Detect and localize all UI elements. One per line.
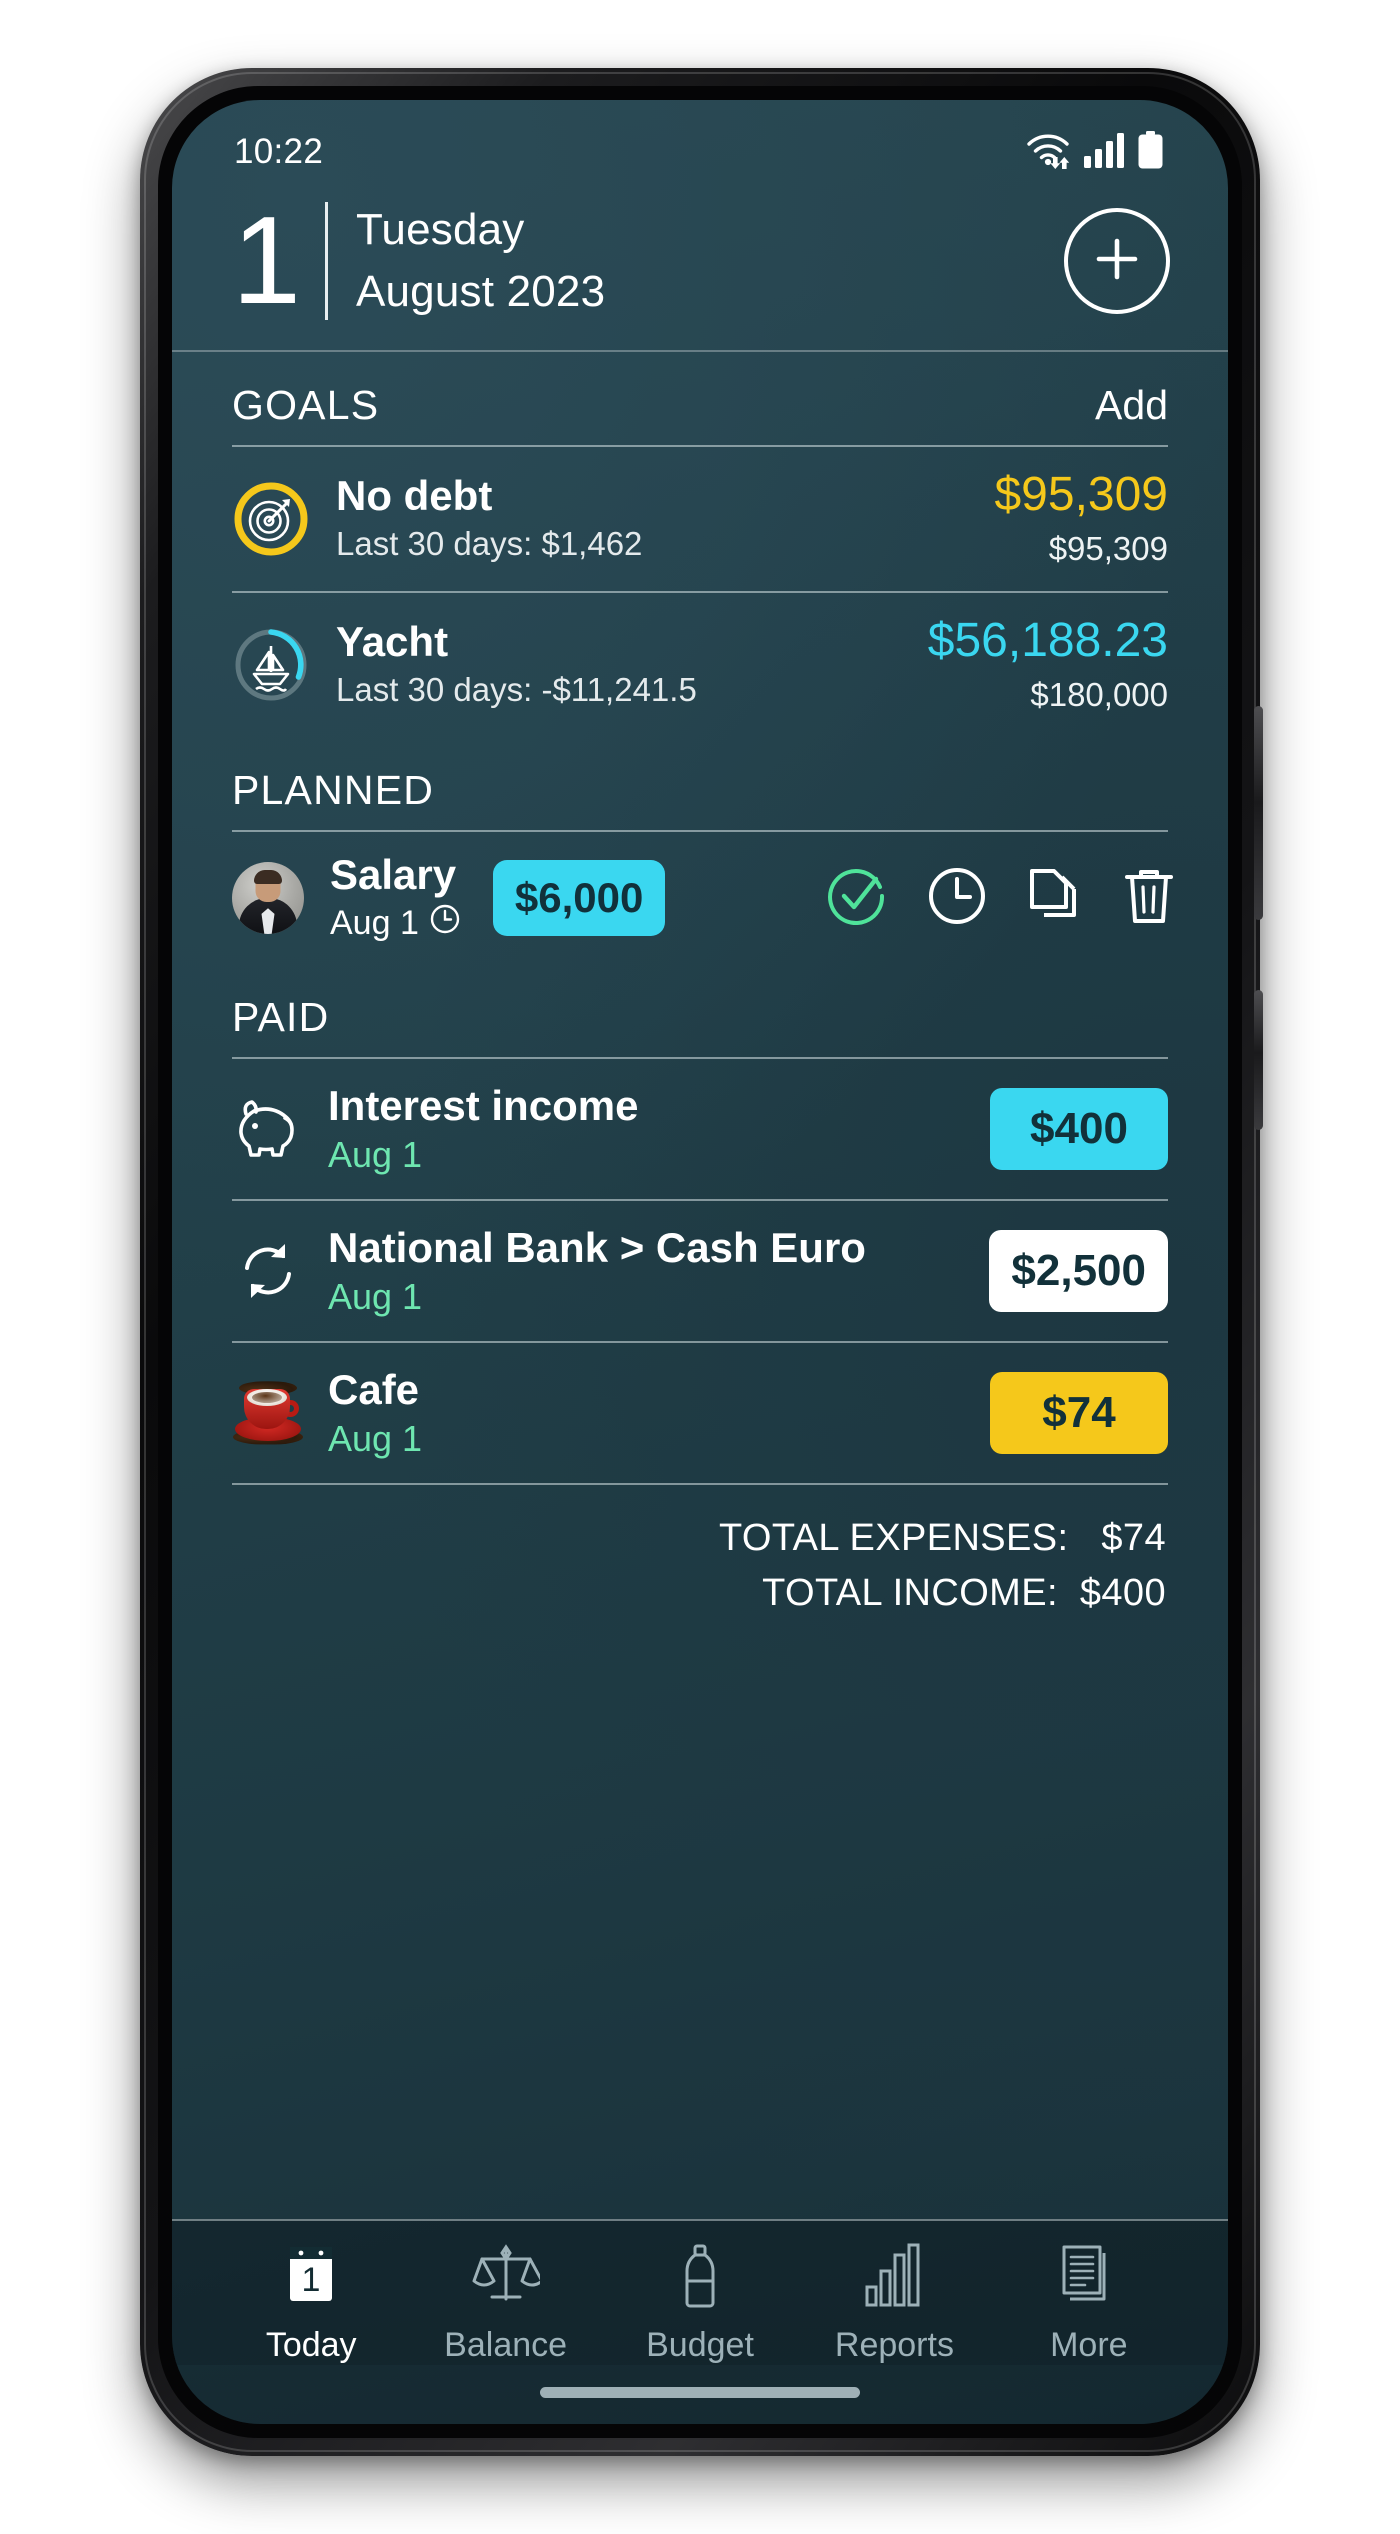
total-expenses-label: TOTAL EXPENSES: [718, 1517, 1069, 1560]
goal-values: $56,188.23 $180,000 [927, 614, 1168, 715]
paid-date: Aug 1 [328, 1276, 423, 1318]
tab-balance[interactable]: Balance [408, 2243, 602, 2365]
goal-current-amount: $56,188.23 [927, 614, 1168, 668]
tabbar-wrap: 1 Today Balance Budget Reports More [172, 2219, 1228, 2424]
bottom-navigation: 1 Today Balance Budget Reports More [172, 2219, 1228, 2365]
header-date-block: Tuesday August 2023 [356, 208, 605, 314]
bar-chart-icon [863, 2243, 925, 2314]
goal-current-amount: $95,309 [994, 468, 1168, 521]
status-time: 10:22 [234, 132, 324, 171]
tab-label: Budget [646, 2326, 754, 2364]
sailboat-icon [232, 626, 310, 704]
battery-icon [1137, 130, 1164, 174]
goal-text-block: Yacht Last 30 days: -$11,241.5 [336, 618, 902, 711]
screenshot-root: 10:22 1 Tuesday August 2023 GOALS Add No… [0, 0, 1400, 2534]
paid-transaction-row[interactable]: Interest income Aug 1 $400 [172, 1059, 1228, 1199]
volume-button[interactable] [1254, 990, 1263, 1130]
paid-section-header: PAID [172, 964, 1228, 1057]
date-header: 1 Tuesday August 2023 [172, 186, 1228, 350]
clock-circle-icon[interactable] [926, 865, 988, 932]
paid-date: Aug 1 [328, 1418, 423, 1460]
coffee-cup-icon [232, 1377, 304, 1449]
status-icons [1025, 130, 1164, 174]
paid-title: PAID [232, 994, 330, 1041]
totals-block: TOTAL EXPENSES: $74 TOTAL INCOME: $400 [172, 1485, 1228, 1621]
goals-add-link[interactable]: Add [1095, 382, 1168, 429]
planned-text-block: Salary Aug 1 [330, 851, 461, 944]
copy-icon[interactable] [1026, 865, 1084, 932]
goal-values: $95,309 $95,309 [994, 468, 1168, 569]
paid-name: National Bank > Cash Euro [328, 1224, 866, 1272]
home-indicator[interactable] [540, 2387, 860, 2398]
calendar-icon: 1 [280, 2243, 342, 2314]
goal-row[interactable]: No debt Last 30 days: $1,462 $95,309 $95… [172, 447, 1228, 591]
tab-label: More [1050, 2326, 1128, 2364]
paid-text-block: Interest income Aug 1 [328, 1082, 966, 1176]
paid-name: Interest income [328, 1082, 639, 1130]
planned-amount[interactable]: $6,000 [492, 860, 666, 937]
documents-icon [1060, 2243, 1118, 2314]
avatar [232, 862, 304, 935]
planned-date: Aug 1 [330, 903, 461, 944]
status-bar: 10:22 [172, 100, 1228, 186]
planned-transaction-row[interactable]: Salary Aug 1 $6,000 [172, 832, 1228, 964]
planned-title: PLANNED [232, 767, 435, 814]
tab-reports[interactable]: Reports [797, 2243, 991, 2365]
paid-transaction-row[interactable]: National Bank > Cash Euro Aug 1 $2,500 [172, 1201, 1228, 1341]
paid-date: Aug 1 [328, 1134, 423, 1176]
plus-icon [1089, 231, 1145, 292]
goal-target-amount: $180,000 [1030, 675, 1168, 713]
goal-target-amount: $95,309 [1048, 529, 1168, 567]
paid-amount[interactable]: $400 [990, 1088, 1168, 1171]
wifi-icon [1025, 131, 1071, 174]
tab-label: Today [265, 2326, 357, 2364]
check-circle-icon[interactable] [826, 865, 888, 932]
goal-name: No debt [336, 472, 493, 520]
goal-row[interactable]: Yacht Last 30 days: -$11,241.5 $56,188.2… [172, 593, 1228, 737]
tab-today[interactable]: 1 Today [214, 2243, 408, 2365]
header-month-year: August 2023 [355, 267, 606, 316]
total-income-value: $400 [1079, 1572, 1166, 1615]
tab-label: Reports [834, 2326, 954, 2364]
total-income-label: TOTAL INCOME: [762, 1572, 1058, 1615]
total-income-line: TOTAL INCOME: $400 [172, 1566, 1166, 1621]
goals-title: GOALS [232, 382, 380, 428]
goal-name: Yacht [336, 618, 449, 666]
paid-text-block: National Bank > Cash Euro Aug 1 [328, 1224, 965, 1318]
header-divider [324, 202, 328, 320]
svg-text:1: 1 [302, 2261, 321, 2299]
trash-icon[interactable] [1122, 865, 1176, 932]
power-button[interactable] [1254, 706, 1263, 920]
piggy-bank-icon [232, 1093, 304, 1165]
bottle-icon [676, 2243, 724, 2314]
transfer-icon [232, 1235, 304, 1307]
total-expenses-value: $74 [1101, 1517, 1166, 1560]
paid-amount[interactable]: $74 [990, 1372, 1168, 1455]
goals-section-header: GOALS Add [172, 352, 1228, 445]
clock-icon [429, 903, 461, 944]
header-day-number: 1 [232, 191, 301, 330]
target-icon [232, 480, 310, 558]
tab-label: Balance [444, 2326, 568, 2364]
planned-row-actions [826, 865, 1180, 932]
total-expenses-line: TOTAL EXPENSES: $74 [172, 1511, 1166, 1566]
paid-amount[interactable]: $2,500 [989, 1230, 1168, 1313]
planned-name: Salary [330, 851, 457, 899]
tab-budget[interactable]: Budget [603, 2243, 797, 2365]
goal-text-block: No debt Last 30 days: $1,462 [336, 472, 968, 565]
tab-more[interactable]: More [992, 2243, 1186, 2365]
goal-subtitle: Last 30 days: $1,462 [336, 525, 643, 563]
phone-screen: 10:22 1 Tuesday August 2023 GOALS Add No… [172, 100, 1228, 2424]
paid-text-block: Cafe Aug 1 [328, 1366, 966, 1460]
add-transaction-button[interactable] [1064, 208, 1170, 314]
goal-subtitle: Last 30 days: -$11,241.5 [336, 671, 697, 709]
scales-icon [472, 2243, 544, 2314]
header-weekday: Tuesday [355, 205, 525, 254]
paid-transaction-row[interactable]: Cafe Aug 1 $74 [172, 1343, 1228, 1483]
cellular-signal-icon [1084, 132, 1124, 173]
planned-section-header: PLANNED [172, 737, 1228, 830]
paid-name: Cafe [328, 1366, 420, 1414]
